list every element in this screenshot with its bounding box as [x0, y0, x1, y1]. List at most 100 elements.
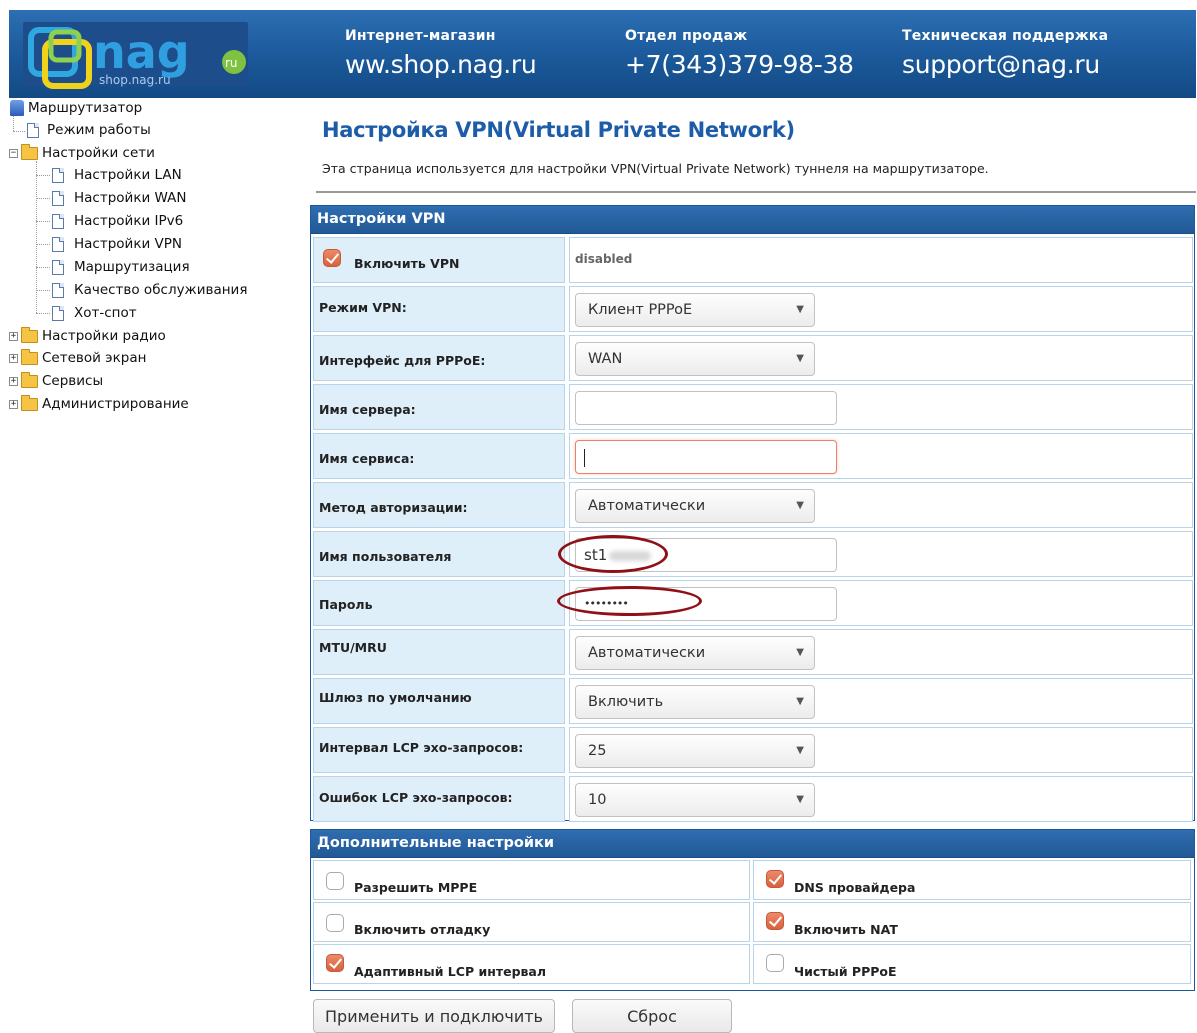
folder-icon	[21, 371, 38, 388]
folder-icon	[21, 326, 38, 343]
server-name-input[interactable]	[575, 391, 837, 425]
page-description: Эта страница используется для настройки …	[322, 161, 989, 176]
tree-item-qos[interactable]: Качество обслуживания	[52, 279, 247, 301]
service-name-input[interactable]	[575, 440, 837, 474]
tree-item-mode[interactable]: Режим работы	[27, 119, 151, 141]
tree-item-radio[interactable]: + Настройки радио	[9, 325, 166, 347]
vpn-mode-select[interactable]: Клиент PPPoE ▼	[575, 293, 815, 327]
chevron-down-icon: ▼	[796, 794, 804, 805]
page-icon	[27, 122, 39, 138]
mtu-label: MTU/MRU	[319, 640, 387, 655]
lcp-errors-label: Ошибок LCP эхо-запросов:	[319, 790, 513, 805]
folder-icon	[21, 394, 38, 411]
adaptive-lcp-option: Адаптивный LCP интервал	[313, 944, 750, 984]
pure-pppoe-label: Чистый PPPoE	[794, 964, 897, 979]
adaptive-lcp-label: Адаптивный LCP интервал	[354, 964, 547, 979]
dns-option: DNS провайдера	[753, 860, 1191, 900]
apply-connect-button[interactable]: Применить и подключить	[313, 999, 555, 1033]
support-email[interactable]: support@nag.ru	[902, 50, 1108, 79]
tree-item-label: Настройки IPv6	[74, 213, 184, 229]
mtu-select[interactable]: Автоматически ▼	[575, 636, 815, 670]
tree-item-label: Администрирование	[42, 396, 189, 412]
tree-item-services[interactable]: + Сервисы	[9, 370, 103, 392]
tree-item-network[interactable]: − Настройки сети	[9, 142, 155, 164]
vpn-settings-header: Настройки VPN	[311, 206, 1194, 234]
svg-text:nag: nag	[93, 25, 190, 79]
password-label: Пароль	[319, 597, 373, 612]
site-header: nag ru shop.nag.ru Интернет-магазин ww.s…	[9, 10, 1196, 98]
chevron-down-icon: ▼	[796, 304, 804, 315]
tree-item-label: Режим работы	[47, 122, 151, 138]
default-gateway-select[interactable]: Включить ▼	[575, 685, 815, 719]
page-icon	[52, 282, 64, 298]
mppe-option: Разрешить MPPE	[313, 860, 750, 900]
chevron-down-icon: ▼	[796, 500, 804, 511]
highlight-ellipse	[557, 586, 702, 616]
enable-vpn-checkbox[interactable]	[323, 249, 341, 267]
debug-option: Включить отладку	[313, 902, 750, 942]
lcp-interval-select[interactable]: 25 ▼	[575, 734, 815, 768]
username-label: Имя пользователя	[319, 549, 452, 564]
sales-contact: Отдел продаж +7(343)379-98-38	[625, 28, 854, 79]
page-icon	[52, 259, 64, 275]
page-title: Настройка VPN(Virtual Private Network)	[322, 118, 795, 142]
nag-logo[interactable]: nag ru shop.nag.ru	[21, 18, 256, 90]
chevron-down-icon: ▼	[796, 353, 804, 364]
vpn-status: disabled	[575, 252, 633, 266]
auth-method-select[interactable]: Автоматически ▼	[575, 489, 815, 523]
mppe-checkbox[interactable]	[326, 872, 344, 890]
support-contact: Техническая поддержка support@nag.ru	[902, 28, 1108, 79]
shop-link[interactable]: ww.shop.nag.ru	[345, 50, 537, 79]
expand-icon[interactable]: +	[9, 331, 18, 341]
support-label: Техническая поддержка	[902, 28, 1109, 44]
reset-button[interactable]: Сброс	[572, 999, 732, 1033]
pppoe-interface-label: Интерфейс для PPPoE:	[319, 353, 486, 368]
expand-icon[interactable]: +	[9, 353, 18, 363]
chevron-down-icon: ▼	[796, 696, 804, 707]
pppoe-interface-select[interactable]: WAN ▼	[575, 342, 815, 376]
page-icon	[52, 167, 64, 183]
debug-label: Включить отладку	[354, 922, 491, 937]
router-icon	[10, 100, 24, 116]
vpn-mode-label: Режим VPN:	[319, 300, 407, 315]
page-icon	[52, 305, 64, 321]
folder-open-icon	[21, 143, 38, 160]
auth-method-label: Метод авторизации:	[319, 500, 468, 515]
tree-item-routing[interactable]: Маршрутизация	[52, 256, 190, 278]
shop-label: Интернет-магазин	[345, 28, 496, 44]
adaptive-lcp-checkbox[interactable]	[326, 954, 344, 972]
tree-item-wan[interactable]: Настройки WAN	[52, 187, 186, 209]
nat-option: Включить NAT	[753, 902, 1191, 942]
dns-checkbox[interactable]	[766, 870, 784, 888]
tree-item-ipv6[interactable]: Настройки IPv6	[52, 210, 183, 232]
tree-item-firewall[interactable]: + Сетевой экран	[9, 347, 146, 369]
tree-item-label: Настройки радио	[42, 328, 166, 344]
expand-icon[interactable]: +	[9, 376, 18, 386]
pure-pppoe-checkbox[interactable]	[766, 954, 784, 972]
tree-item-hotspot[interactable]: Хот-спот	[52, 302, 137, 324]
nat-label: Включить NAT	[794, 922, 898, 937]
tree-item-vpn[interactable]: Настройки VPN	[52, 233, 182, 255]
page-icon	[52, 213, 64, 229]
tree-item-label: Настройки LAN	[74, 167, 182, 183]
tree-item-label: Настройки сети	[42, 145, 155, 161]
logo-badge: ru	[225, 56, 238, 70]
extra-settings-header: Дополнительные настройки	[311, 830, 1194, 858]
collapse-icon[interactable]: −	[9, 148, 18, 158]
pure-pppoe-option: Чистый PPPoE	[753, 944, 1191, 984]
tree-item-router[interactable]: Маршрутизатор	[10, 97, 142, 119]
tree-item-label: Настройки WAN	[74, 190, 187, 206]
server-name-label: Имя сервера:	[319, 402, 416, 417]
default-gateway-label: Шлюз по умолчанию	[319, 690, 472, 705]
divider	[316, 191, 1196, 193]
tree-item-label: Хот-спот	[74, 305, 137, 321]
lcp-errors-select[interactable]: 10 ▼	[575, 783, 815, 817]
service-name-label: Имя сервиса:	[319, 451, 415, 466]
nat-checkbox[interactable]	[766, 912, 784, 930]
sales-label: Отдел продаж	[625, 28, 748, 44]
tree-item-admin[interactable]: + Администрирование	[9, 393, 189, 415]
tree-item-lan[interactable]: Настройки LAN	[52, 164, 182, 186]
debug-checkbox[interactable]	[326, 914, 344, 932]
expand-icon[interactable]: +	[9, 399, 18, 409]
dns-label: DNS провайдера	[794, 880, 916, 895]
